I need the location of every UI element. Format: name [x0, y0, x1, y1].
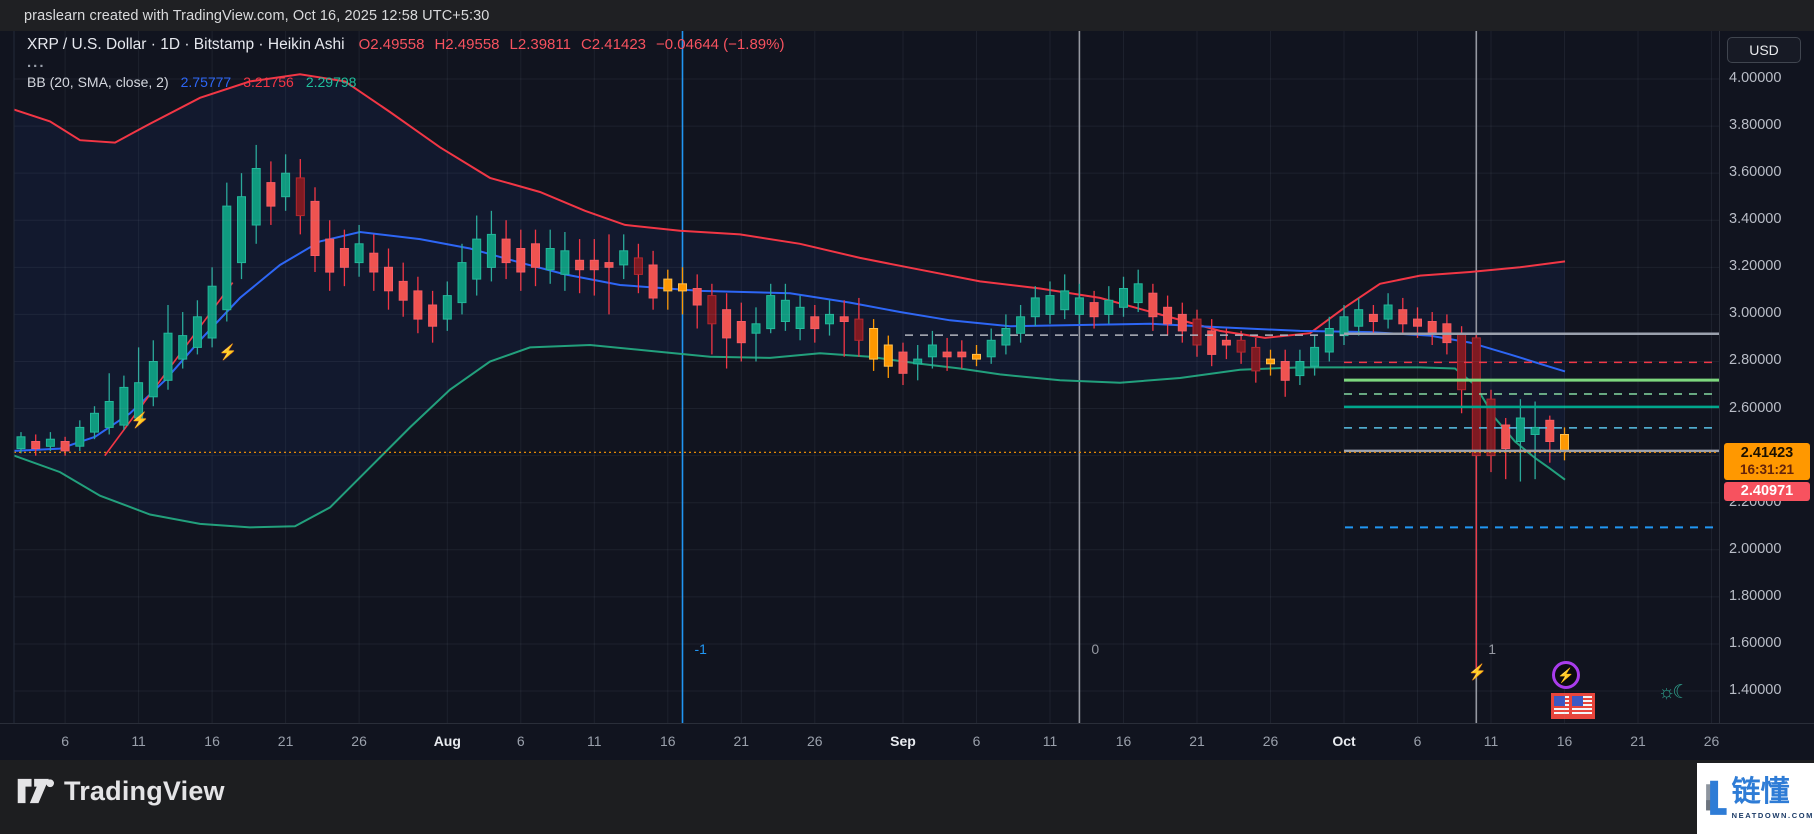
partner-logo-textblock: 链懂 NEATDOWN.COM: [1732, 777, 1814, 820]
ohlc-values: O2.49558 H2.49558 L2.39811 C2.41423 −0.04644…: [359, 36, 795, 53]
lightning-emoji-marker[interactable]: ⚡: [1468, 663, 1487, 681]
purple-lightning-sticker[interactable]: ⚡: [1552, 661, 1580, 689]
lightning-emoji-marker[interactable]: ⚡: [131, 411, 150, 429]
price-tick-label: 1.80000: [1729, 587, 1782, 604]
price-tick-label: 3.60000: [1729, 164, 1782, 181]
last-price-badge: 2.41423 16:31:21: [1724, 443, 1810, 480]
time-tick-month: Oct: [1332, 733, 1356, 749]
time-tick-day: 16: [1115, 733, 1132, 749]
sun-moon-icon: ☼☾: [1658, 682, 1690, 703]
tradingview-logo-text: TradingView: [64, 775, 225, 806]
partner-logo-text: 链懂: [1731, 776, 1790, 808]
time-tick-month: Aug: [433, 733, 461, 749]
chart-legend: XRP / U.S. Dollar · 1D · Bitstamp · Heik…: [27, 36, 794, 90]
price-scale[interactable]: USD 4.00000 3.80000 3.60000 3.40000 3.20000 3…: [1719, 31, 1814, 723]
time-tick-day: 16: [1556, 733, 1573, 749]
price-tick-label: 3.20000: [1729, 258, 1782, 275]
bb-upper-value: 3.21756: [243, 74, 294, 90]
last-price-value: 2.41423: [1740, 445, 1794, 461]
time-tick-day: 11: [587, 733, 602, 749]
time-tick-day: 21: [277, 733, 294, 749]
price-tick-label: 2.60000: [1729, 399, 1782, 416]
legend-more-toggle[interactable]: ...: [27, 55, 46, 70]
lightning-emoji-marker[interactable]: ⚡: [219, 343, 238, 361]
bb-lower-value: 2.29798: [305, 74, 357, 90]
time-tick-day: 6: [61, 733, 69, 749]
price-tick-label: 1.60000: [1729, 634, 1782, 651]
time-tick-day: 26: [1703, 733, 1720, 749]
bar-close-countdown: 16:31:21: [1739, 462, 1795, 477]
price-tick-label: 3.00000: [1729, 305, 1782, 322]
ohlc-change: −0.04644 (−1.89%): [656, 36, 785, 53]
time-tick-day: 11: [1483, 733, 1499, 749]
partner-logo-tagline: NEATDOWN.COM: [1731, 811, 1814, 820]
time-tick-day: 11: [1042, 733, 1058, 749]
tradingview-logo-icon: [17, 778, 54, 804]
bb-basis-value: 2.75777: [180, 74, 232, 90]
time-tick-day: 21: [1630, 733, 1646, 749]
indicator-label[interactable]: BB (20, SMA, close, 2): [27, 74, 169, 90]
attribution-bar: praslearn created with TradingView.com, …: [0, 0, 1814, 31]
ohlc-close: C2.41423: [580, 36, 647, 53]
footer-bar: TradingView 链懂 NEATDOWN.COM: [0, 760, 1814, 834]
tradingview-chart-window: praslearn created with TradingView.com, …: [0, 0, 1814, 834]
time-tick-day: 16: [660, 733, 676, 749]
time-tick-day: 21: [733, 733, 750, 749]
time-tick-day: 21: [1189, 733, 1205, 749]
ohlc-low: L2.39811: [509, 36, 571, 53]
time-tick-day: 6: [972, 733, 981, 749]
partner-logo[interactable]: 链懂 NEATDOWN.COM: [1697, 763, 1814, 834]
time-tick-day: 6: [1413, 733, 1422, 749]
time-scale[interactable]: 6 11 16 21 26 Aug 6 11 16 21 26 Sep 6 11 16 21 26 Oct 6 11 1…: [0, 723, 1814, 760]
time-tick-day: 6: [516, 733, 525, 749]
vertical-line-label[interactable]: 0: [1091, 641, 1099, 657]
attribution-text: praslearn created with TradingView.com, …: [24, 7, 490, 24]
price-tick-label: 1.40000: [1729, 682, 1782, 699]
time-tick-day: 26: [351, 733, 367, 749]
currency-label: USD: [1749, 42, 1779, 58]
time-tick-day: 11: [131, 733, 146, 749]
vertical-line-label[interactable]: 1: [1488, 641, 1496, 657]
chart-canvas[interactable]: [0, 0, 1814, 834]
currency-toggle-button[interactable]: USD: [1727, 37, 1801, 63]
price-tick-label: 3.80000: [1729, 117, 1782, 134]
time-tick-day: 26: [807, 733, 823, 749]
tradingview-logo[interactable]: TradingView: [16, 775, 225, 807]
price-tick-label: 3.40000: [1729, 211, 1782, 228]
partner-logo-icon: [1706, 780, 1727, 815]
price-tick-label: 4.00000: [1729, 70, 1782, 86]
symbol-title[interactable]: XRP / U.S. Dollar · 1D · Bitstamp · Heik…: [27, 36, 345, 54]
time-tick-day: 26: [1262, 733, 1279, 749]
vertical-line-label[interactable]: -1: [695, 641, 707, 657]
time-tick-day: 16: [204, 733, 220, 749]
price-tick-label: 2.00000: [1729, 540, 1782, 557]
ohlc-high: H2.49558: [434, 36, 500, 53]
price-tick-label: 2.80000: [1729, 352, 1782, 369]
time-tick-month: Sep: [890, 733, 916, 749]
ohlc-open: O2.49558: [358, 36, 425, 53]
secondary-price-badge: 2.40971: [1724, 482, 1810, 501]
